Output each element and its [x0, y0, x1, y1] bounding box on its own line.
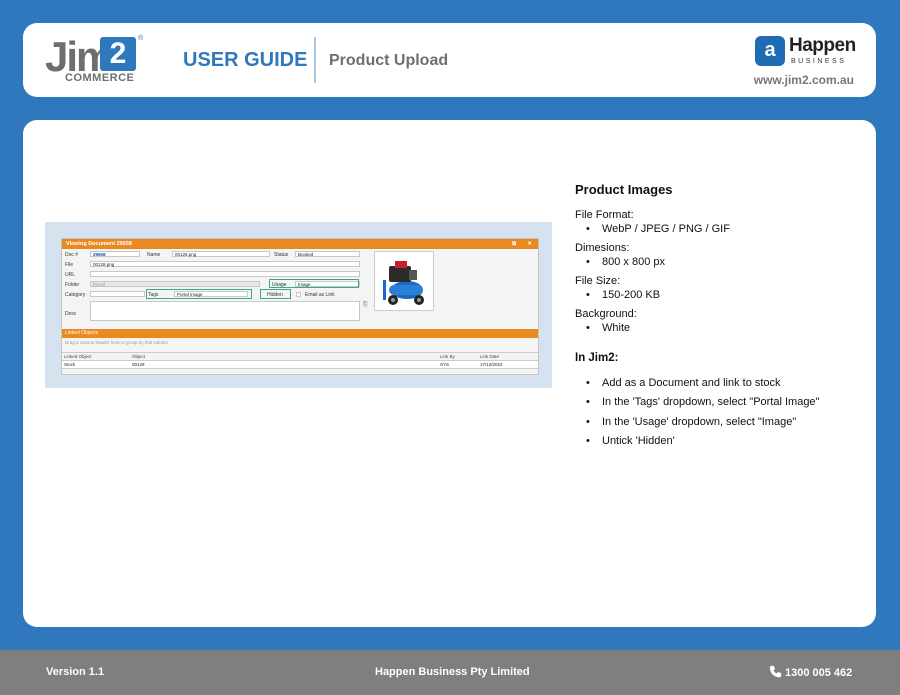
grid-header: Linked Object Object Link By Link Date — [62, 352, 538, 360]
guide-label: USER GUIDE — [183, 49, 308, 71]
screenshot-frame: Viewing Document 29658 ⧉ ✕ Doc # 29658 N… — [45, 222, 552, 388]
folder-field[interactable]: [Root] — [90, 281, 260, 287]
happen-business-logo: a Happen BUSINESS — [755, 35, 856, 70]
column-header[interactable]: Link By — [440, 354, 455, 359]
url-field[interactable] — [90, 271, 360, 277]
file-label: File — [65, 262, 74, 268]
document-window: Viewing Document 29658 ⧉ ✕ Doc # 29658 N… — [61, 238, 539, 375]
content-panel: Viewing Document 29658 ⧉ ✕ Doc # 29658 N… — [23, 120, 876, 627]
jim2-heading: In Jim2: — [575, 352, 619, 364]
column-header[interactable]: Linked Object — [64, 354, 92, 359]
desc-label: Desc — [65, 311, 77, 317]
section-heading: Product Images — [575, 182, 673, 197]
page-header: Jim 2 ® COMMERCE USER GUIDE Product Uplo… — [23, 23, 876, 97]
file-field[interactable]: 00128.png — [90, 261, 360, 267]
usage-highlight — [269, 279, 359, 288]
brand-mark: a — [755, 36, 785, 66]
doc-number-field[interactable]: 29658 — [90, 251, 140, 257]
table-cell: Stock — [64, 362, 76, 367]
name-field[interactable]: 00128.png — [172, 251, 270, 257]
page-footer: Version 1.1 Happen Business Pty Limited … — [0, 650, 900, 695]
category-field[interactable] — [90, 291, 145, 297]
doc-label: Doc # — [65, 252, 79, 258]
column-header[interactable]: Link Date — [480, 354, 499, 359]
background-label: Background: — [575, 308, 637, 320]
table-cell: 17/12/2022 — [480, 362, 503, 367]
product-photo — [374, 251, 434, 311]
dimensions-label: Dimesions: — [575, 242, 630, 254]
table-row[interactable]: Stock 00128 SYS 17/12/2022 — [62, 360, 538, 369]
brand-name: Happen — [789, 35, 856, 56]
brand-subtitle: BUSINESS — [791, 58, 847, 65]
phone-number: 1300 005 462 — [785, 667, 853, 679]
phone-icon — [769, 665, 782, 678]
header-divider — [314, 37, 316, 83]
logo-registered-mark: ® — [138, 35, 144, 42]
url-label: URL — [65, 272, 76, 278]
email-link-label: Email as Link — [305, 292, 335, 298]
jim2-logo: Jim 2 ® COMMERCE — [45, 33, 165, 89]
email-link-checkbox[interactable] — [296, 292, 301, 297]
status-label: Status — [274, 252, 289, 258]
status-field[interactable]: Booked — [295, 251, 360, 257]
column-header[interactable]: Object — [132, 354, 145, 359]
logo-subtitle: COMMERCE — [65, 72, 135, 84]
restore-icon[interactable]: ⧉ — [512, 239, 516, 249]
name-label: Name — [147, 252, 161, 258]
window-titlebar: Viewing Document 29658 ⧉ ✕ — [62, 239, 538, 249]
file-format-label: File Format: — [575, 209, 634, 221]
table-cell: 00128 — [132, 362, 145, 367]
logo-number: 2 — [100, 37, 136, 71]
phone-contact[interactable]: 1300 005 462 — [769, 665, 852, 679]
linked-objects-bar[interactable]: Linked Objects — [62, 329, 538, 338]
hidden-highlight — [260, 289, 291, 299]
category-label: Category — [65, 292, 86, 298]
folder-label: Folder — [65, 282, 80, 288]
page-title: Product Upload — [329, 52, 449, 69]
desc-field[interactable] — [90, 301, 360, 321]
tags-highlight — [146, 289, 252, 299]
close-icon[interactable]: ✕ — [527, 239, 532, 249]
website-link[interactable]: www.jim2.com.au — [754, 73, 854, 87]
linked-objects-title: Linked Objects — [65, 330, 99, 336]
company-name: Happen Business Pty Limited — [375, 666, 530, 678]
attach-icon[interactable]: ⎘ — [363, 302, 370, 309]
file-size-label: File Size: — [575, 275, 621, 287]
window-title: Viewing Document 29658 — [66, 241, 132, 247]
version-text: Version 1.1 — [46, 666, 105, 678]
group-by-hint: Drag a column header here to group by th… — [65, 340, 169, 345]
table-cell: SYS — [440, 362, 450, 367]
